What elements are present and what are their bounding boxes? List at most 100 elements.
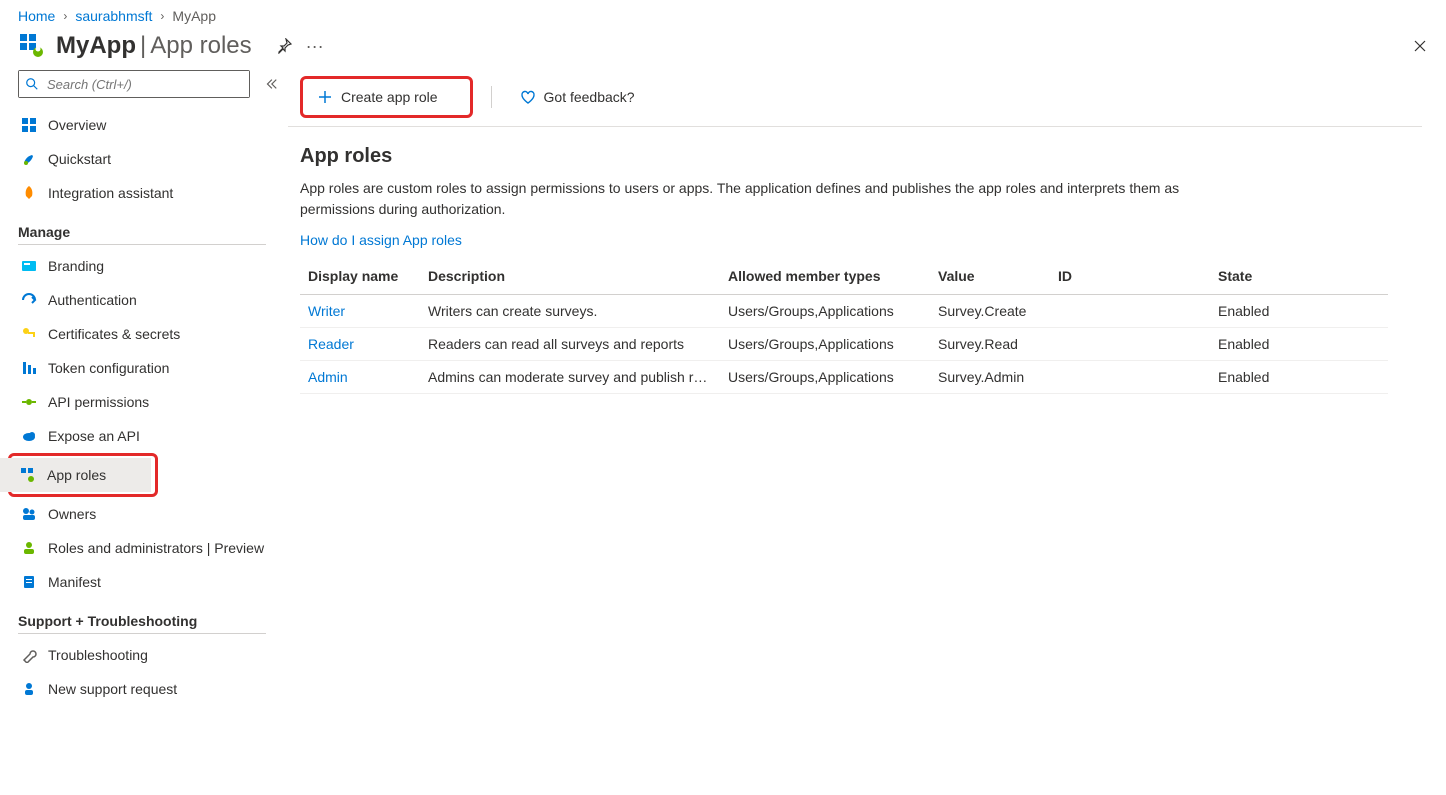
nav-label: Expose an API	[48, 428, 140, 444]
row-description: Writers can create surveys.	[420, 295, 720, 328]
manifest-icon	[20, 573, 38, 591]
col-description[interactable]: Description	[420, 258, 720, 295]
key-icon	[20, 325, 38, 343]
heart-icon	[520, 89, 536, 105]
create-app-role-button[interactable]: Create app role	[307, 83, 448, 111]
pin-icon[interactable]	[276, 38, 292, 54]
breadcrumb: Home › saurabhmsft › MyApp	[0, 0, 1446, 30]
nav-label: API permissions	[48, 394, 149, 410]
table-row[interactable]: Writer Writers can create surveys.Users/G…	[300, 295, 1388, 328]
breadcrumb-home[interactable]: Home	[18, 8, 55, 24]
nav-label: Owners	[48, 506, 96, 522]
table-row[interactable]: Reader Readers can read all surveys and r…	[300, 328, 1388, 361]
nav-roles-admins[interactable]: Roles and administrators | Preview	[18, 531, 288, 565]
row-name[interactable]: Writer	[308, 303, 345, 319]
page-title-app: MyApp	[56, 32, 136, 60]
row-state: Enabled	[1210, 328, 1388, 361]
troubleshoot-icon	[20, 646, 38, 664]
nav-top: Overview Quickstart Integration assistan…	[18, 108, 288, 210]
owners-icon	[20, 505, 38, 523]
row-state: Enabled	[1210, 361, 1388, 394]
row-value: Survey.Create	[930, 295, 1050, 328]
toolbar: Create app role Got feedback?	[288, 70, 1422, 127]
col-value[interactable]: Value	[930, 258, 1050, 295]
nav-expose-api[interactable]: Expose an API	[18, 419, 288, 453]
app-roles-table: Display name Description Allowed member …	[300, 258, 1388, 394]
help-link[interactable]: How do I assign App roles	[300, 232, 462, 248]
app-icon	[18, 32, 46, 60]
nav-label: Branding	[48, 258, 104, 274]
auth-icon	[20, 291, 38, 309]
api-icon	[20, 393, 38, 411]
nav-api-permissions[interactable]: API permissions	[18, 385, 288, 419]
search-input[interactable]	[19, 71, 249, 97]
nav-label: Manifest	[48, 574, 101, 590]
nav-new-support-request[interactable]: New support request	[18, 672, 288, 706]
nav-label: Certificates & secrets	[48, 326, 180, 342]
sidebar: Overview Quickstart Integration assistan…	[0, 70, 288, 726]
title-separator: |	[140, 32, 146, 60]
overview-icon	[20, 116, 38, 134]
quickstart-icon	[20, 150, 38, 168]
support-icon	[20, 680, 38, 698]
nav-label: Integration assistant	[48, 185, 173, 201]
main-content: Create app role Got feedback? App roles …	[288, 70, 1446, 726]
row-state: Enabled	[1210, 295, 1388, 328]
page-header: MyApp | App roles ···	[0, 30, 1446, 70]
row-description: Admins can moderate survey and publish r…	[420, 361, 720, 394]
row-name[interactable]: Reader	[308, 336, 354, 352]
row-description: Readers can read all surveys and reports	[420, 328, 720, 361]
chevron-right-icon: ›	[158, 9, 166, 23]
nav-label: App roles	[47, 467, 106, 483]
breadcrumb-current: MyApp	[172, 8, 216, 24]
nav-section-support: Support + Troubleshooting	[18, 613, 266, 634]
button-label: Create app role	[341, 89, 438, 105]
cloud-icon	[20, 427, 38, 445]
nav-app-roles[interactable]: App roles	[0, 458, 151, 492]
nav-branding[interactable]: Branding	[18, 249, 288, 283]
nav-authentication[interactable]: Authentication	[18, 283, 288, 317]
col-member-types[interactable]: Allowed member types	[720, 258, 930, 295]
row-id	[1050, 361, 1210, 394]
page-title-section: App roles	[150, 32, 251, 60]
nav-label: Token configuration	[48, 360, 169, 376]
breadcrumb-org[interactable]: saurabhmsft	[75, 8, 152, 24]
nav-certificates-secrets[interactable]: Certificates & secrets	[18, 317, 288, 351]
nav-label: Authentication	[48, 292, 137, 308]
branding-icon	[20, 257, 38, 275]
search-input-wrapper	[18, 70, 250, 98]
token-icon	[20, 359, 38, 377]
nav-section-manage: Manage	[18, 224, 266, 245]
row-id	[1050, 328, 1210, 361]
got-feedback-button[interactable]: Got feedback?	[510, 83, 645, 111]
roles-icon	[20, 539, 38, 557]
row-value: Survey.Read	[930, 328, 1050, 361]
col-id[interactable]: ID	[1050, 258, 1210, 295]
more-icon[interactable]: ···	[306, 37, 324, 55]
row-types: Users/Groups,Applications	[720, 295, 930, 328]
nav-token-configuration[interactable]: Token configuration	[18, 351, 288, 385]
table-row[interactable]: Admin Admins can moderate survey and publ…	[300, 361, 1388, 394]
nav-manifest[interactable]: Manifest	[18, 565, 288, 599]
nav-label: Quickstart	[48, 151, 111, 167]
nav-overview[interactable]: Overview	[18, 108, 288, 142]
nav-label: New support request	[48, 681, 177, 697]
nav-troubleshooting[interactable]: Troubleshooting	[18, 638, 288, 672]
plus-icon	[317, 89, 333, 105]
collapse-sidebar-icon[interactable]	[264, 77, 278, 91]
button-label: Got feedback?	[544, 89, 635, 105]
nav-manage: Branding Authentication Certificates & s…	[18, 249, 288, 599]
nav-support: Troubleshooting New support request	[18, 638, 288, 706]
row-name[interactable]: Admin	[308, 369, 348, 385]
rocket-icon	[20, 184, 38, 202]
col-display-name[interactable]: Display name	[300, 258, 420, 295]
content-heading: App roles	[300, 145, 1388, 168]
nav-quickstart[interactable]: Quickstart	[18, 142, 288, 176]
nav-owners[interactable]: Owners	[18, 497, 288, 531]
col-state[interactable]: State	[1210, 258, 1388, 295]
nav-label: Troubleshooting	[48, 647, 148, 663]
close-icon[interactable]	[1412, 38, 1428, 54]
nav-label: Roles and administrators | Preview	[48, 540, 264, 556]
row-id	[1050, 295, 1210, 328]
nav-integration-assistant[interactable]: Integration assistant	[18, 176, 288, 210]
